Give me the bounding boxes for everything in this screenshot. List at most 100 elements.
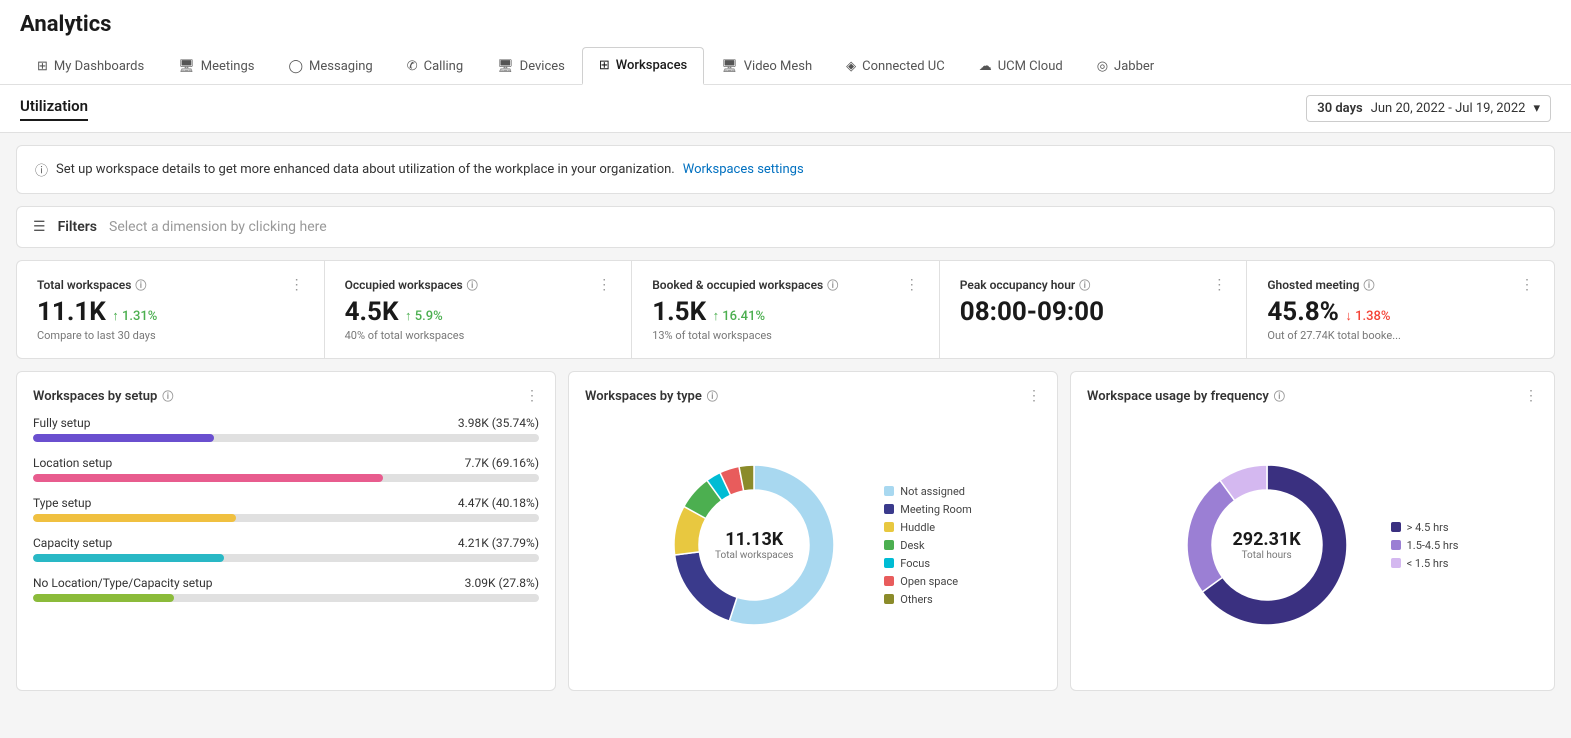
bar-label-0: Fully setup — [33, 416, 90, 430]
messaging-icon: ◯ — [288, 59, 303, 74]
bar-track-2 — [33, 514, 539, 522]
info-icon-setup: ⓘ — [162, 388, 173, 404]
nav-tab-meetings[interactable]: 🖥Meetings — [161, 47, 271, 84]
date-range-value: Jun 20, 2022 - Jul 19, 2022 — [1371, 101, 1526, 116]
legend-item-6: Others — [884, 593, 972, 606]
date-range-picker[interactable]: 30 days Jun 20, 2022 - Jul 19, 2022 ▾ — [1306, 95, 1551, 122]
bar-fill-4 — [33, 594, 174, 602]
type-chart: Workspaces by type ⓘ ⋮ 11.13K Total work… — [568, 371, 1058, 691]
jabber-icon: ◎ — [1097, 59, 1108, 74]
bar-item-0: Fully setup 3.98K (35.74%) — [33, 416, 539, 442]
devices-icon: 🖥 — [497, 59, 514, 74]
bar-item-3: Capacity setup 4.21K (37.79%) — [33, 536, 539, 562]
nav-tab-connected-uc[interactable]: ◈Connected UC — [829, 47, 962, 84]
metric-title-3: Peak occupancy hour ⓘ — [960, 277, 1090, 293]
info-banner: ⓘ Set up workspace details to get more e… — [16, 145, 1555, 194]
legend-item-0: > 4.5 hrs — [1391, 521, 1459, 534]
info-icon: ⓘ — [35, 160, 48, 179]
info-icon-freq: ⓘ — [1274, 388, 1285, 404]
type-center-value: 11.13K — [715, 529, 793, 550]
metric-info-icon-0: ⓘ — [135, 277, 146, 293]
nav-tab-messaging[interactable]: ◯ Messaging — [271, 47, 389, 84]
bar-track-0 — [33, 434, 539, 442]
nav-tab-calling[interactable]: ✆ Calling — [390, 47, 480, 84]
legend-dot-4 — [884, 558, 894, 568]
video-mesh-icon: 🖥 — [721, 59, 738, 74]
legend-dot-2 — [1391, 558, 1401, 568]
type-donut-svg: 11.13K Total workspaces — [654, 445, 854, 645]
date-range-label: 30 days — [1317, 101, 1362, 116]
bar-value-2: 4.47K (40.18%) — [458, 496, 539, 510]
metric-value-1: 4.5K ↑ 5.9% — [345, 297, 612, 327]
nav-tab-my-dashboards[interactable]: ⊞My Dashboards — [20, 47, 161, 84]
metric-sub-2: 13% of total workspaces — [652, 329, 919, 342]
metric-info-icon-4: ⓘ — [1363, 277, 1374, 293]
connected-uc-label: Connected UC — [862, 59, 945, 74]
info-banner-text: Set up workspace details to get more enh… — [56, 162, 675, 177]
metric-value-2: 1.5K ↑ 16.41% — [652, 297, 919, 327]
meetings-icon: 🖥 — [178, 59, 195, 74]
legend-label-2: < 1.5 hrs — [1407, 557, 1449, 570]
ucm-cloud-label: UCM Cloud — [998, 59, 1063, 74]
legend-dot-2 — [884, 522, 894, 532]
charts-row: Workspaces by setup ⓘ ⋮ Fully setup 3.98… — [16, 371, 1555, 691]
setup-chart-more[interactable]: ⋮ — [525, 388, 539, 404]
metric-card-3: Peak occupancy hour ⓘ ⋮ 08:00-09:00 — [940, 261, 1248, 358]
bar-track-4 — [33, 594, 539, 602]
metric-value-4: 45.8% ↓ 1.38% — [1267, 297, 1534, 327]
type-chart-more[interactable]: ⋮ — [1027, 388, 1041, 404]
filter-icon: ☰ — [33, 219, 46, 235]
legend-dot-0 — [884, 486, 894, 496]
nav-tab-devices[interactable]: 🖥Devices — [480, 47, 582, 84]
bar-track-1 — [33, 474, 539, 482]
legend-item-4: Focus — [884, 557, 972, 570]
page-header: Analytics ⊞My Dashboards🖥Meetings◯Messag… — [0, 0, 1571, 85]
legend-item-1: Meeting Room — [884, 503, 972, 516]
metric-card-0: Total workspaces ⓘ ⋮ 11.1K ↑ 1.31% Compa… — [17, 261, 325, 358]
legend-label-3: Desk — [900, 539, 924, 552]
bar-track-3 — [33, 554, 539, 562]
legend-dot-6 — [884, 594, 894, 604]
bar-value-0: 3.98K (35.74%) — [458, 416, 539, 430]
bars-list: Fully setup 3.98K (35.74%) Location setu… — [33, 416, 539, 674]
metric-more-4[interactable]: ⋮ — [1520, 277, 1534, 293]
setup-chart: Workspaces by setup ⓘ ⋮ Fully setup 3.98… — [16, 371, 556, 691]
legend-dot-0 — [1391, 522, 1401, 532]
calling-icon: ✆ — [407, 59, 418, 74]
type-donut-center: 11.13K Total workspaces — [715, 529, 793, 561]
my-dashboards-label: My Dashboards — [54, 59, 144, 74]
bar-item-1: Location setup 7.7K (69.16%) — [33, 456, 539, 482]
metric-more-0[interactable]: ⋮ — [290, 277, 304, 293]
legend-item-3: Desk — [884, 539, 972, 552]
metric-title-0: Total workspaces ⓘ — [37, 277, 146, 293]
bar-fill-3 — [33, 554, 224, 562]
freq-chart-more[interactable]: ⋮ — [1524, 388, 1538, 404]
metric-title-1: Occupied workspaces ⓘ — [345, 277, 478, 293]
legend-item-0: Not assigned — [884, 485, 972, 498]
freq-center-value: 292.31K — [1232, 529, 1300, 550]
utilization-tab[interactable]: Utilization — [20, 97, 88, 121]
workspaces-icon: ⊞ — [599, 58, 610, 73]
metric-more-1[interactable]: ⋮ — [597, 277, 611, 293]
freq-chart-title: Workspace usage by frequency ⓘ — [1087, 388, 1285, 404]
metric-more-3[interactable]: ⋮ — [1212, 277, 1226, 293]
calling-label: Calling — [424, 59, 464, 74]
nav-tab-ucm-cloud[interactable]: ☁UCM Cloud — [962, 47, 1080, 84]
legend-label-0: Not assigned — [900, 485, 965, 498]
metric-info-icon-1: ⓘ — [467, 277, 478, 293]
chevron-down-icon: ▾ — [1533, 101, 1540, 116]
info-icon-type: ⓘ — [707, 388, 718, 404]
nav-tab-jabber[interactable]: ◎Jabber — [1080, 47, 1172, 84]
metric-more-2[interactable]: ⋮ — [905, 277, 919, 293]
legend-label-6: Others — [900, 593, 932, 606]
type-donut-container: 11.13K Total workspaces Not assigned Mee… — [585, 416, 1041, 674]
bar-label-2: Type setup — [33, 496, 91, 510]
nav-tab-workspaces[interactable]: ⊞Workspaces — [582, 47, 704, 85]
type-chart-title: Workspaces by type ⓘ — [585, 388, 718, 404]
nav-tab-video-mesh[interactable]: 🖥Video Mesh — [704, 47, 829, 84]
legend-label-4: Focus — [900, 557, 930, 570]
metric-sub-0: Compare to last 30 days — [37, 329, 304, 342]
filters-bar[interactable]: ☰ Filters Select a dimension by clicking… — [16, 206, 1555, 248]
messaging-label: Messaging — [309, 59, 373, 74]
workspaces-settings-link[interactable]: Workspaces settings — [683, 162, 804, 177]
